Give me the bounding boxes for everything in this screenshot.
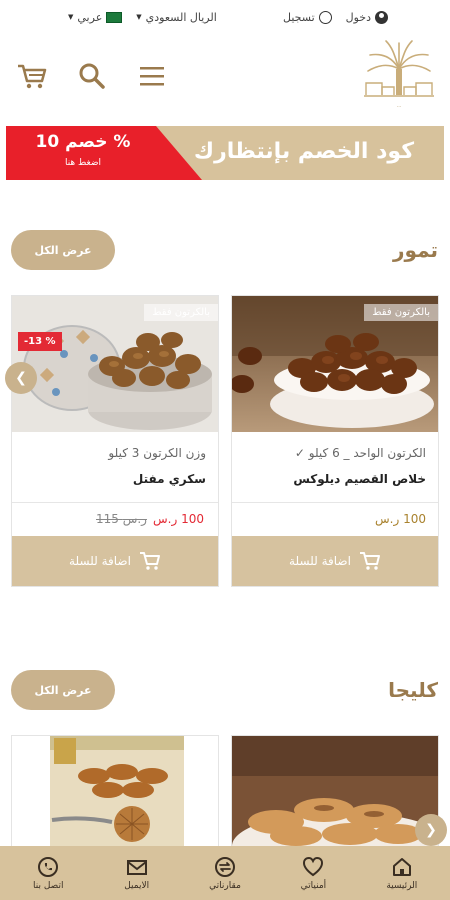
heart-icon (303, 856, 324, 876)
old-price: 115 ر.س (96, 512, 147, 526)
nav-label: الايميل (124, 880, 150, 891)
product-price: 100 ر.س (375, 512, 426, 526)
nav-label: اتصل بنا (33, 880, 64, 891)
view-all-button[interactable]: عرض الكل (11, 230, 115, 270)
carousel-prev-button[interactable]: ❮ (5, 362, 37, 394)
product-card[interactable]: بالكرتون فقط الكرتون الواحد _ 6 كيلو ✓ خ… (231, 295, 439, 587)
section-title: كليجا (388, 678, 438, 702)
currency-label: الريال السعودي (145, 10, 217, 24)
nav-label: الرئيسية (386, 880, 418, 891)
language-label: عربي (77, 10, 103, 24)
chevron-right-icon: ❯ (425, 822, 437, 838)
carton-only-badge: بالكرتون فقط (144, 304, 218, 321)
cart-button[interactable] (16, 60, 48, 92)
product-name[interactable]: سكري مفتل (133, 472, 206, 486)
language-selector[interactable]: ▼ عربي (68, 10, 123, 24)
carousel-next-button[interactable]: ❯ (415, 814, 447, 846)
compare-icon (215, 856, 236, 877)
menu-button[interactable] (136, 60, 168, 92)
palm-tree-logo-icon (364, 40, 434, 97)
nav-item-compare[interactable]: مقارناتي (185, 856, 265, 891)
nav-item-wishlist[interactable]: أمنياتي (273, 856, 353, 891)
compass-icon (318, 10, 332, 24)
nav-label: أمنياتي (300, 880, 327, 891)
saudi-flag-icon (106, 11, 123, 23)
register-link[interactable]: تسجيل (283, 10, 332, 24)
product-name[interactable]: خلاص القصيم ديلوكس (293, 472, 426, 486)
section-title: تمور (393, 238, 438, 262)
view-all-button[interactable]: عرض الكل (11, 670, 115, 710)
mail-icon (126, 859, 147, 875)
banner-cta[interactable]: اضغط هنا (28, 158, 138, 168)
login-link[interactable]: دخول (345, 10, 388, 24)
add-to-cart-button[interactable]: اضافة للسلة (232, 536, 438, 586)
phone-icon (38, 856, 59, 877)
product-image[interactable]: بالكرتون فقط (232, 296, 438, 432)
register-label: تسجيل (283, 10, 315, 24)
product-card[interactable] (11, 735, 219, 847)
cart-icon (359, 552, 380, 570)
user-icon (375, 10, 388, 24)
home-icon (392, 857, 411, 876)
bottom-nav: الرئيسية أمنياتي مقارناتي الايميل اتصل ب… (0, 846, 450, 900)
product-weight: وزن الكرتون 3 كيلو (108, 446, 206, 460)
product-weight: الكرتون الواحد _ 6 كيلو ✓ (294, 446, 426, 460)
divider (12, 502, 218, 503)
top-bar: ▼ عربي ▼ الريال السعودي تسجيل دخول (0, 0, 450, 34)
logo[interactable]: ... (360, 39, 438, 113)
cart-icon (18, 64, 47, 89)
hamburger-menu-icon (140, 67, 164, 86)
search-button[interactable] (76, 60, 108, 92)
login-label: دخول (345, 10, 371, 24)
product-card[interactable] (231, 735, 450, 880)
banner-title: كود الخصم بإنتظارك (193, 139, 414, 164)
top-bar-left: ▼ عربي ▼ الريال السعودي (68, 11, 217, 24)
promo-banner[interactable]: خصم 10 % اضغط هنا كود الخصم بإنتظارك (6, 126, 444, 180)
search-icon (79, 63, 105, 89)
kleija-box-image (12, 736, 218, 846)
product-card[interactable]: بالكرتون فقط -13 % وزن الكرتون 3 كيلو سك… (11, 295, 219, 587)
header: ... (0, 34, 450, 118)
header-icons (16, 60, 168, 92)
section-header-kleija: عرض الكل كليجا (0, 670, 450, 714)
chevron-down-icon: ▼ (68, 13, 74, 21)
currency-selector[interactable]: ▼ الريال السعودي (136, 11, 217, 24)
carton-only-badge: بالكرتون فقط (364, 304, 438, 321)
product-image[interactable]: بالكرتون فقط -13 % (12, 296, 218, 432)
nav-item-home[interactable]: الرئيسية (362, 856, 442, 891)
kleija-cookies-image (232, 736, 450, 880)
section-header-dates: عرض الكل تمور (0, 230, 450, 274)
nav-item-contact[interactable]: اتصل بنا (8, 856, 88, 891)
add-to-cart-button[interactable]: اضافة للسلة (12, 536, 218, 586)
chevron-down-icon: ▼ (136, 13, 142, 21)
cart-icon (139, 552, 160, 570)
divider (232, 502, 438, 503)
add-to-cart-label: اضافة للسلة (69, 554, 131, 568)
nav-label: مقارناتي (209, 880, 241, 891)
product-price: 100 ر.س (153, 512, 204, 526)
top-bar-right: تسجيل دخول (283, 10, 388, 24)
banner-discount-text: خصم 10 % (35, 132, 131, 152)
nav-item-email[interactable]: الايميل (97, 856, 177, 891)
add-to-cart-label: اضافة للسلة (289, 554, 351, 568)
chevron-left-icon: ❮ (15, 370, 27, 386)
logo-caption: ... (396, 103, 402, 109)
discount-badge: -13 % (18, 332, 62, 351)
